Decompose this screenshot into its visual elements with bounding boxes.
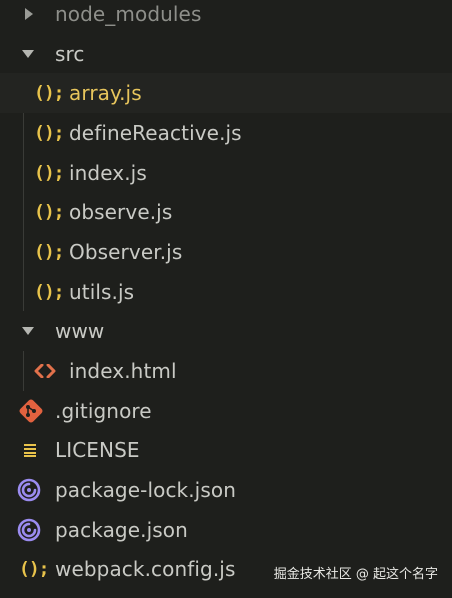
file-label: utils.js (69, 279, 135, 304)
file-gitignore[interactable]: .gitignore (0, 391, 452, 431)
folder-node-modules[interactable]: node_modules (0, 0, 452, 34)
file-observer-js[interactable]: (); Observer.js (0, 232, 452, 272)
file-label: observe.js (69, 200, 173, 225)
js-file-icon: (); (34, 241, 64, 263)
js-file-icon: (); (34, 162, 64, 184)
npm-package-icon (17, 478, 41, 502)
html-code-icon (34, 364, 56, 379)
chevron-right-icon[interactable] (24, 7, 34, 20)
file-definereactive-js[interactable]: (); defineReactive.js (0, 113, 452, 153)
file-label: Observer.js (69, 239, 183, 264)
git-icon (18, 398, 44, 424)
folder-label: node_modules (55, 1, 202, 26)
file-array-js[interactable]: (); array.js (0, 73, 452, 114)
js-file-icon: (); (34, 201, 64, 223)
file-package-json[interactable]: package.json (0, 510, 452, 550)
folder-label: src (55, 41, 85, 66)
js-file-icon: (); (34, 122, 64, 144)
file-package-lock-json[interactable]: package-lock.json (0, 470, 452, 510)
file-label: .gitignore (55, 398, 152, 423)
folder-src[interactable]: src (0, 34, 452, 74)
file-label: webpack.config.js (55, 557, 236, 582)
license-lines-icon (23, 443, 37, 458)
file-index-js[interactable]: (); index.js (0, 153, 452, 193)
file-label: LICENSE (55, 438, 140, 463)
file-label: index.js (69, 160, 147, 185)
file-observe-js[interactable]: (); observe.js (0, 192, 452, 232)
chevron-down-icon[interactable] (22, 326, 34, 336)
chevron-down-icon[interactable] (22, 49, 34, 59)
npm-package-icon (17, 518, 41, 542)
folder-label: www (55, 319, 105, 344)
file-utils-js[interactable]: (); utils.js (0, 272, 452, 312)
folder-www[interactable]: www (0, 312, 452, 352)
file-label: defineReactive.js (69, 120, 242, 145)
watermark-text: 掘金技术社区 @ 起这个名字 (273, 567, 438, 582)
file-label: package-lock.json (55, 478, 236, 503)
js-file-icon: (); (19, 558, 49, 580)
file-explorer-tree: node_modules src (); array.js (); define… (0, 0, 452, 589)
js-file-icon: (); (34, 82, 64, 104)
file-index-html[interactable]: index.html (0, 351, 452, 391)
file-label: index.html (69, 359, 177, 384)
js-file-icon: (); (34, 281, 64, 303)
file-label: array.js (69, 81, 142, 106)
file-label: package.json (55, 517, 188, 542)
file-license[interactable]: LICENSE (0, 431, 452, 471)
